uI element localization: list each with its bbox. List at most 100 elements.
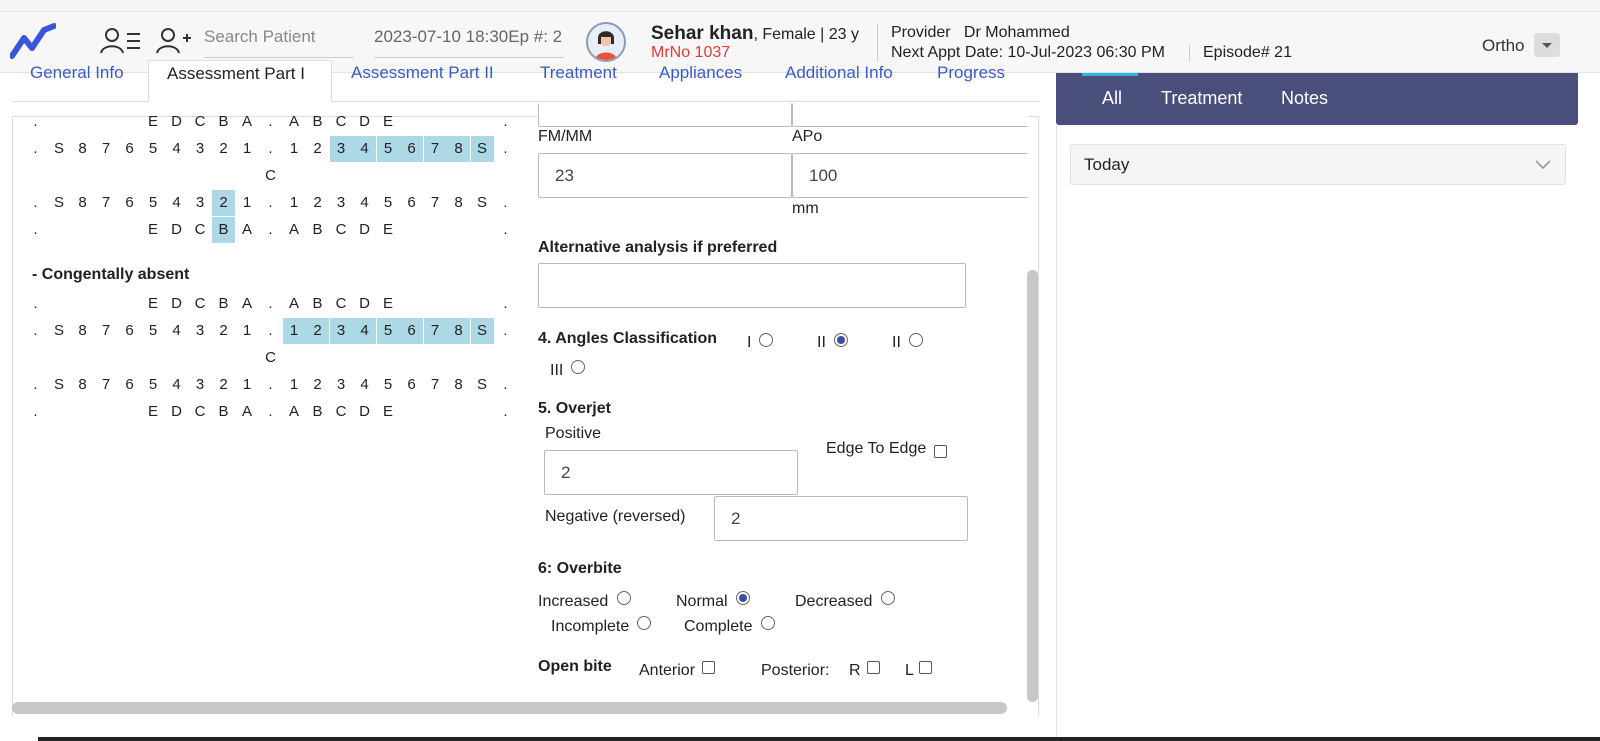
tooth-cell[interactable]: D	[165, 109, 188, 135]
tooth-cell[interactable]: C	[330, 217, 353, 243]
add-patient-icon[interactable]	[156, 26, 192, 56]
tooth-cell[interactable]: .	[259, 291, 282, 317]
overjet-negative-input[interactable]: 2	[714, 496, 968, 541]
tooth-cell[interactable]: 2	[306, 136, 329, 162]
tooth-cell[interactable]: 2	[212, 190, 235, 216]
tooth-cell[interactable]: 6	[400, 318, 423, 344]
tooth-cell[interactable]: 8	[447, 372, 470, 398]
tooth-cell[interactable]: A	[236, 291, 259, 317]
tooth-cell[interactable]: .	[259, 372, 282, 398]
appointment-selector[interactable]: 2023-07-10 18:30Ep #: 2	[374, 24, 564, 58]
tooth-cell[interactable]: 2	[212, 318, 235, 344]
tooth-cell[interactable]: 4	[165, 372, 188, 398]
tooth-cell[interactable]: A	[283, 291, 306, 317]
tooth-cell[interactable]: 4	[353, 136, 376, 162]
tooth-cell[interactable]: 4	[353, 318, 376, 344]
tooth-cell[interactable]: 7	[95, 190, 118, 216]
tooth-cell[interactable]: 2	[212, 136, 235, 162]
tooth-cell[interactable]: E	[142, 399, 165, 425]
posterior-r-checkbox[interactable]	[867, 661, 880, 674]
tooth-cell[interactable]: 5	[376, 136, 400, 162]
tooth-cell[interactable]: E	[142, 217, 165, 243]
tooth-cell[interactable]: 6	[118, 318, 141, 344]
tooth-cell[interactable]: 3	[189, 318, 212, 344]
tooth-cell[interactable]: C	[189, 217, 212, 243]
tooth-cell[interactable]: 6	[400, 372, 423, 398]
tooth-cell[interactable]: D	[353, 399, 376, 425]
tooth-cell[interactable]: 4	[165, 190, 188, 216]
overbite-incomplete-radio[interactable]	[637, 616, 651, 630]
tooth-cell[interactable]: D	[165, 217, 188, 243]
tooth-cell[interactable]: .	[24, 291, 47, 317]
search-patient-input[interactable]: Search Patient	[204, 24, 354, 58]
tooth-cell[interactable]: .	[494, 136, 517, 162]
tooth-cell[interactable]: 1	[236, 136, 259, 162]
tooth-cell[interactable]: S	[48, 190, 71, 216]
tooth-cell[interactable]: .	[24, 136, 47, 162]
tooth-cell[interactable]: .	[259, 217, 282, 243]
tooth-cell[interactable]: 8	[71, 136, 94, 162]
tooth-cell[interactable]: B	[212, 109, 235, 135]
angle-radio-4[interactable]	[571, 360, 585, 374]
tooth-cell[interactable]: D	[165, 291, 188, 317]
tooth-cell[interactable]: E	[377, 217, 400, 243]
tooth-cell[interactable]: 5	[142, 136, 165, 162]
tooth-cell[interactable]: .	[24, 217, 47, 243]
tooth-cell[interactable]: 3	[189, 136, 212, 162]
tooth-cell[interactable]: .	[494, 372, 517, 398]
tab-treatment-history[interactable]: Treatment	[1161, 88, 1242, 109]
tooth-cell[interactable]: 6	[118, 190, 141, 216]
tab-progress[interactable]: Progress	[937, 60, 1005, 102]
tooth-cell[interactable]: A	[283, 217, 306, 243]
tooth-cell[interactable]: S	[471, 190, 494, 216]
tooth-cell[interactable]: C	[330, 399, 353, 425]
apo-input[interactable]: 100	[792, 153, 1028, 198]
tooth-cell[interactable]: 3	[330, 190, 353, 216]
anterior-checkbox[interactable]	[702, 661, 715, 674]
horizontal-scrollbar[interactable]	[12, 702, 1007, 714]
tooth-cell[interactable]: A	[236, 399, 259, 425]
tab-notes[interactable]: Notes	[1281, 88, 1328, 109]
tooth-cell[interactable]: B	[306, 217, 329, 243]
tooth-cell[interactable]: 7	[424, 190, 447, 216]
angle-radio-3[interactable]	[909, 333, 923, 347]
tooth-cell[interactable]: D	[353, 109, 376, 135]
tooth-cell[interactable]: 5	[142, 372, 165, 398]
tooth-cell[interactable]: S	[48, 136, 71, 162]
tooth-cell[interactable]: C	[330, 291, 353, 317]
tooth-cell[interactable]: 1	[283, 190, 306, 216]
overbite-normal-radio[interactable]	[736, 591, 750, 605]
tooth-cell[interactable]: .	[259, 109, 282, 135]
tooth-cell[interactable]: .	[494, 217, 517, 243]
tooth-cell[interactable]: B	[306, 291, 329, 317]
tooth-cell[interactable]: .	[494, 190, 517, 216]
tooth-cell[interactable]: 8	[71, 372, 94, 398]
tooth-cell[interactable]: 1	[283, 136, 306, 162]
tab-all[interactable]: All	[1102, 88, 1122, 109]
overbite-increased-radio[interactable]	[617, 591, 631, 605]
tooth-cell[interactable]: 2	[306, 372, 329, 398]
tooth-cell[interactable]: 3	[189, 372, 212, 398]
tooth-cell[interactable]: B	[306, 109, 329, 135]
tooth-cell[interactable]: 4	[353, 372, 376, 398]
tooth-cell[interactable]: 8	[447, 318, 470, 344]
tooth-cell[interactable]: C	[189, 109, 212, 135]
tooth-cell[interactable]: E	[377, 399, 400, 425]
tooth-cell[interactable]: 4	[165, 136, 188, 162]
tooth-cell[interactable]: D	[165, 399, 188, 425]
tooth-cell[interactable]: .	[24, 190, 47, 216]
tooth-cell[interactable]: E	[377, 109, 400, 135]
tooth-cell[interactable]: .	[259, 318, 282, 344]
overjet-positive-input[interactable]: 2	[544, 450, 798, 495]
tooth-cell[interactable]: C	[330, 109, 353, 135]
angle-radio-1[interactable]	[759, 333, 773, 347]
tooth-cell[interactable]: .	[24, 399, 47, 425]
tooth-cell[interactable]: C	[189, 399, 212, 425]
angle-radio-2[interactable]	[834, 333, 848, 347]
tooth-cell[interactable]: .	[24, 372, 47, 398]
tooth-cell[interactable]: 1	[283, 372, 306, 398]
tooth-cell[interactable]: 1	[236, 372, 259, 398]
tooth-cell[interactable]: .	[259, 136, 282, 162]
tooth-cell[interactable]: 7	[424, 372, 447, 398]
tooth-cell[interactable]: 4	[165, 318, 188, 344]
